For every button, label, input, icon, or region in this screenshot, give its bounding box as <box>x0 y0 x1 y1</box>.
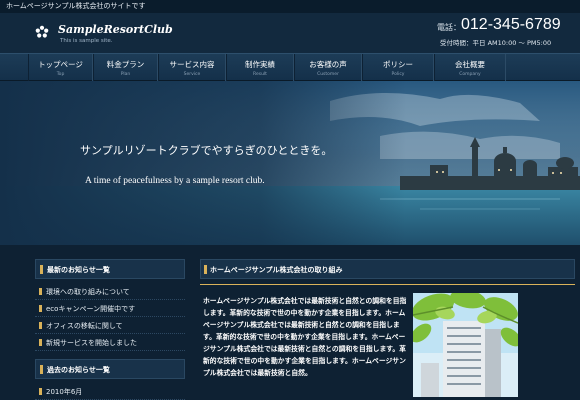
flower-logo-icon <box>35 25 49 38</box>
nav-label: 会社概要 <box>455 60 485 69</box>
nav-sublabel: Policy <box>391 72 405 77</box>
logo-title: SampleResortClub <box>58 23 173 36</box>
nav-sublabel: Result <box>253 72 267 77</box>
nav-label: サービス内容 <box>169 60 215 69</box>
nav-label: トップページ <box>38 60 83 69</box>
main-heading: ホームページサンプル株式会社の取り組み <box>200 259 575 279</box>
nav-item-plan[interactable]: 料金プラン Plan <box>93 54 158 81</box>
heading-divider <box>200 284 575 285</box>
nav-sublabel: Customer <box>317 72 339 77</box>
nav-sublabel: Service <box>183 72 201 77</box>
nav-label: 制作実績 <box>245 60 275 69</box>
news-link[interactable]: 環境への取り組みについて <box>35 283 185 300</box>
news-link-text: ecoキャンペーン開催中です <box>46 305 136 313</box>
site-header: SampleResortClub This is sample site. 電話… <box>0 13 580 53</box>
business-hours: 受付時間：平日 AM10:00 ～ PM5:00 <box>440 39 552 47</box>
site-tagline-bar: ホームページサンプル株式会社のサイトです <box>0 0 580 13</box>
nav-item-policy[interactable]: ポリシー Policy <box>362 54 434 81</box>
venice-skyline-image <box>0 81 580 245</box>
news-link[interactable]: オフィスの移転に関して <box>35 317 185 334</box>
nav-item-result[interactable]: 制作実績 Result <box>226 54 294 81</box>
news-link-text: 環境への取り組みについて <box>46 288 130 296</box>
archive-link[interactable]: 2010年6月 <box>35 383 185 400</box>
nav-label: お客様の声 <box>309 60 347 69</box>
content-area: 最新のお知らせ一覧 環境への取り組みについて ecoキャンペーン開催中です オフ… <box>0 245 580 400</box>
archive-list: 2010年6月 <box>35 383 185 400</box>
archive-link-text: 2010年6月 <box>46 388 83 396</box>
nav-label: 料金プラン <box>106 60 145 69</box>
main-heading-text: ホームページサンプル株式会社の取り組み <box>210 266 343 274</box>
hero-banner: サンプルリゾートクラブでやすらぎのひとときを。 A time of peacef… <box>0 81 580 245</box>
archive-sidebar: 過去のお知らせ一覧 2010年6月 <box>35 359 185 400</box>
news-list: 環境への取り組みについて ecoキャンペーン開催中です オフィスの移転に関して … <box>35 283 185 351</box>
nav-sublabel: Top <box>56 72 65 77</box>
nav-item-company[interactable]: 会社概要 Company <box>434 54 506 81</box>
nav-item-customer[interactable]: お客様の声 Customer <box>294 54 362 81</box>
hero-tagline-en: A time of peacefulness by a sample resor… <box>85 176 265 186</box>
news-heading: 最新のお知らせ一覧 <box>35 259 185 279</box>
nav-sublabel: Company <box>459 72 481 77</box>
tel-label: 電話： <box>437 23 461 32</box>
building-photo <box>413 293 518 397</box>
news-link-text: 新規サービスを開始しました <box>46 339 137 347</box>
nav-item-service[interactable]: サービス内容 Service <box>158 54 226 81</box>
news-link[interactable]: 新規サービスを開始しました <box>35 334 185 351</box>
news-sidebar: 最新のお知らせ一覧 環境への取り組みについて ecoキャンペーン開催中です オフ… <box>35 259 185 351</box>
main-body-text: ホームページサンプル株式会社では最新技術と自然との調和を目指します。革新的な技術… <box>203 297 407 377</box>
nav-label: ポリシー <box>383 60 413 69</box>
nav-item-top[interactable]: トップページ Top <box>28 54 93 81</box>
site-tagline: ホームページサンプル株式会社のサイトです <box>6 2 146 10</box>
news-link-text: オフィスの移転に関して <box>46 322 123 330</box>
archive-heading-text: 過去のお知らせ一覧 <box>47 366 110 374</box>
nav-sublabel: Plan <box>120 72 131 77</box>
news-heading-text: 最新のお知らせ一覧 <box>47 266 110 274</box>
logo-subtitle: This is sample site. <box>60 38 113 44</box>
news-link[interactable]: ecoキャンペーン開催中です <box>35 300 185 317</box>
archive-heading: 過去のお知らせ一覧 <box>35 359 185 379</box>
global-nav: トップページ Top 料金プラン Plan サービス内容 Service 制作実… <box>0 53 580 81</box>
hero-tagline-jp: サンプルリゾートクラブでやすらぎのひとときを。 <box>80 144 333 157</box>
tel-number[interactable]: 012-345-6789 <box>461 16 561 34</box>
